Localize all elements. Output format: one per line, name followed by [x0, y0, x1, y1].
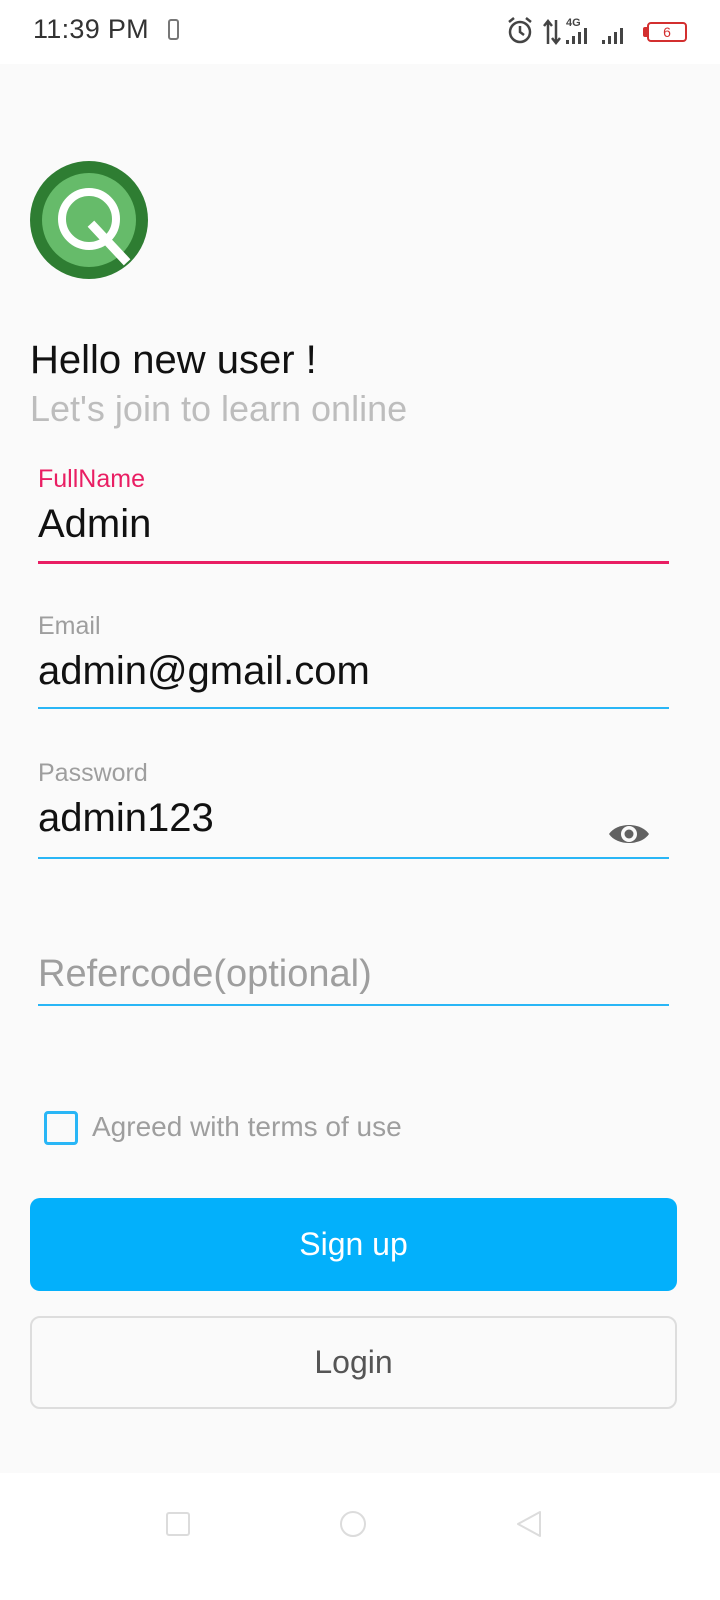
- alarm-icon: [508, 17, 532, 44]
- greeting-title: Hello new user !: [30, 338, 317, 382]
- battery-icon: 6: [647, 22, 687, 42]
- eye-icon[interactable]: [607, 819, 651, 849]
- fullname-field[interactable]: FullName Admin: [38, 465, 669, 567]
- recents-icon[interactable]: [165, 1511, 191, 1537]
- q-logo-icon: [30, 161, 148, 279]
- back-icon[interactable]: [515, 1509, 543, 1539]
- signup-button[interactable]: Sign up: [30, 1198, 677, 1291]
- data-arrows-icon: [543, 18, 561, 46]
- greeting-subtitle: Let's join to learn online: [30, 388, 408, 429]
- fullname-label: FullName: [38, 465, 145, 493]
- home-icon[interactable]: [339, 1510, 367, 1538]
- email-label: Email: [38, 612, 101, 640]
- refercode-field[interactable]: Refercode(optional): [38, 953, 669, 1009]
- terms-checkbox[interactable]: [44, 1111, 78, 1145]
- login-button[interactable]: Login: [30, 1316, 677, 1409]
- refercode-input[interactable]: Refercode(optional): [38, 953, 372, 996]
- terms-label[interactable]: Agreed with terms of use: [92, 1111, 402, 1143]
- password-input[interactable]: admin123: [38, 796, 669, 848]
- navigation-bar: [0, 1473, 720, 1600]
- password-underline: [38, 857, 669, 859]
- password-field[interactable]: Password admin123: [38, 759, 669, 861]
- fullname-input[interactable]: Admin: [38, 502, 669, 554]
- signal-icon: 4G: [566, 17, 623, 44]
- email-underline: [38, 707, 669, 709]
- email-input[interactable]: admin@gmail.com: [38, 649, 669, 701]
- status-time: 11:39 PM: [33, 14, 149, 44]
- network-type: 4G: [566, 17, 581, 29]
- phone-icon: [168, 19, 179, 40]
- refercode-underline: [38, 1004, 669, 1006]
- status-bar: 11:39 PM 4G 6: [0, 0, 720, 64]
- fullname-underline: [38, 561, 669, 564]
- password-label: Password: [38, 759, 148, 787]
- email-field[interactable]: Email admin@gmail.com: [38, 612, 669, 712]
